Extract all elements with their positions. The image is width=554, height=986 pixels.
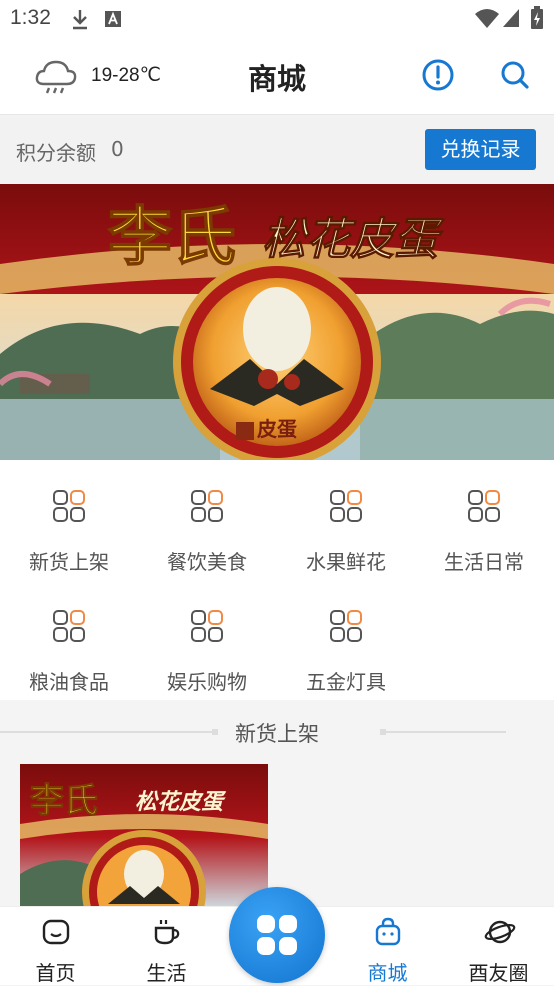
category-label: 餐饮美食: [167, 550, 247, 574]
wifi-icon: [475, 9, 499, 28]
tab-label: 酉友圈: [468, 961, 529, 985]
download-icon: [73, 10, 87, 30]
tab-home[interactable]: 首页: [0, 907, 111, 985]
category-item[interactable]: 餐饮美食: [138, 460, 276, 580]
category-item[interactable]: 生活日常: [415, 460, 553, 580]
category-item[interactable]: 娱乐购物: [138, 580, 276, 700]
promo-banner[interactable]: 李氏 松花皮蛋 皮蛋: [0, 184, 554, 460]
category-label: 娱乐购物: [167, 670, 247, 694]
product-card-image[interactable]: 李氏 松花皮蛋: [20, 764, 268, 910]
notice-icon[interactable]: [421, 58, 455, 92]
product-image: 李氏 松花皮蛋: [20, 764, 268, 910]
category-icon: [468, 490, 500, 522]
category-item[interactable]: 水果鲜花: [277, 460, 415, 580]
home-icon: [42, 919, 70, 945]
category-item[interactable]: 新货上架: [0, 460, 138, 580]
center-app-button[interactable]: [229, 887, 325, 983]
app-grid-icon: [257, 915, 297, 955]
tab-friends[interactable]: 酉友圈: [443, 907, 554, 985]
tab-mall[interactable]: 商城: [332, 907, 443, 985]
section-title: 新货上架: [235, 722, 319, 746]
category-label: 五金灯具: [306, 670, 386, 694]
shopping-bag-icon: [375, 917, 401, 946]
tab-life[interactable]: 生活: [111, 907, 222, 985]
category-icon: [191, 490, 223, 522]
category-icon: [53, 610, 85, 642]
font-app-icon: [105, 11, 121, 27]
app-header: 19-28℃ 商城: [0, 38, 554, 115]
planet-icon: [484, 920, 516, 944]
svg-text:松花皮蛋: 松花皮蛋: [135, 789, 227, 815]
svg-text:皮蛋: 皮蛋: [257, 417, 297, 441]
category-item[interactable]: 五金灯具: [277, 580, 415, 700]
category-icon: [53, 490, 85, 522]
status-time: 1:32: [10, 6, 51, 29]
battery-icon: [531, 6, 543, 29]
exchange-record-button[interactable]: 兑换记录: [425, 129, 536, 170]
svg-text:李氏: 李氏: [30, 781, 98, 821]
search-icon[interactable]: [500, 60, 530, 90]
tab-label: 首页: [35, 961, 76, 985]
category-label: 水果鲜花: [306, 550, 386, 574]
category-item[interactable]: 粮油食品: [0, 580, 138, 700]
signal-icon: [503, 9, 519, 27]
divider: [386, 731, 506, 733]
tab-label: 生活: [146, 961, 187, 985]
status-bar: 1:32: [0, 0, 554, 38]
banner-brand-text: 李氏: [108, 200, 236, 275]
category-label: 新货上架: [29, 550, 109, 574]
tab-label: 商城: [367, 961, 408, 985]
coffee-icon: [154, 920, 180, 945]
category-grid: 新货上架 餐饮美食 水果鲜花 生活日常 粮油食品 娱乐购物 五金灯具: [0, 460, 554, 700]
points-label: 积分余额: [16, 141, 96, 165]
section-header: 新货上架: [0, 700, 554, 762]
points-bar: 积分余额 0 兑换记录: [0, 115, 554, 184]
banner-image: 李氏 松花皮蛋 皮蛋: [0, 184, 554, 460]
category-icon: [191, 610, 223, 642]
category-label: 生活日常: [444, 550, 524, 574]
svg-text:松花皮蛋: 松花皮蛋: [262, 214, 445, 265]
category-label: 粮油食品: [29, 670, 109, 694]
category-icon: [330, 490, 362, 522]
points-value: 0: [111, 137, 124, 161]
category-icon: [330, 610, 362, 642]
page-title: 商城: [247, 62, 306, 96]
